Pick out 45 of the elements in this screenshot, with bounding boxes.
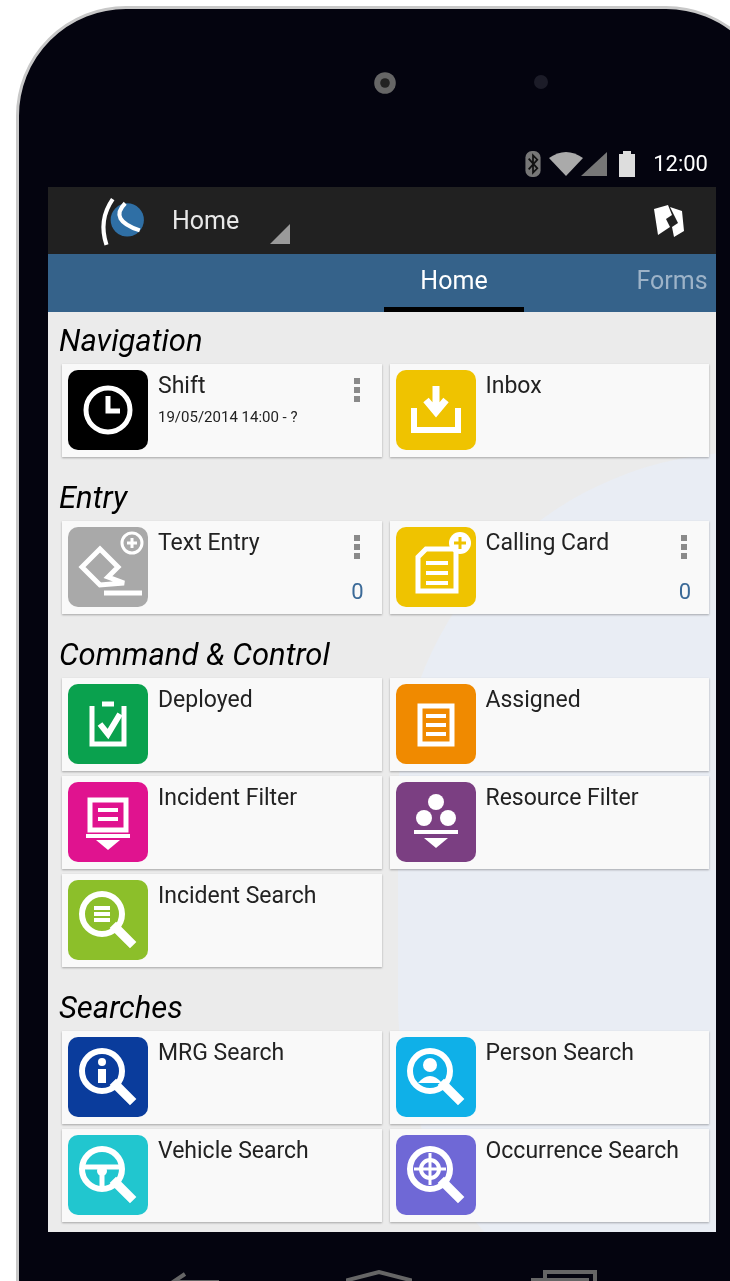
tile-card[interactable]: Inbox [389, 364, 709, 457]
sensor-icon [534, 75, 548, 89]
overflow-menu-icon[interactable] [353, 378, 360, 402]
tile-card[interactable]: Vehicle Search [62, 1129, 382, 1222]
overflow-menu-icon[interactable] [681, 535, 687, 559]
overflow-menu-icon[interactable] [353, 535, 360, 559]
tile-title: Calling Card [485, 529, 610, 557]
camera-icon [373, 71, 397, 95]
tile-subtitle: 19/05/2014 14:00 - ? [158, 407, 298, 428]
battery-icon [619, 150, 636, 177]
tile-count: 0 [351, 578, 364, 606]
tile-title: Incident Search [158, 882, 317, 910]
tile-title: Incident Filter [158, 784, 298, 812]
tile-card[interactable]: Person Search [389, 1031, 709, 1124]
dropdown-triangle-icon[interactable] [270, 224, 290, 244]
tile-card[interactable]: Occurrence Search [389, 1129, 709, 1222]
tile-title: Assigned [485, 686, 581, 714]
tile-title: Text Entry [158, 529, 260, 557]
status-time: 12:00 [653, 150, 708, 178]
tile-title: Vehicle Search [158, 1137, 309, 1165]
section-title: Navigation [58, 321, 203, 361]
section-title: Entry [58, 478, 128, 518]
wifi-icon [549, 151, 584, 176]
tile-title: Shift [158, 372, 207, 400]
tile-card[interactable]: Calling Card 0 [389, 521, 709, 614]
signal-icon [581, 151, 608, 176]
tile-title: Deployed [158, 686, 253, 714]
tile-title: Inbox [485, 372, 542, 400]
tile-card[interactable]: Incident Search [62, 874, 382, 967]
tile-title: Occurrence Search [485, 1137, 679, 1165]
tile-card[interactable]: Shift 19/05/2014 14:00 - ? [62, 364, 382, 457]
bluetooth-icon [525, 150, 542, 177]
section-title: Command & Control [58, 635, 330, 675]
tile-card[interactable]: Deployed [62, 678, 382, 771]
tile-card[interactable]: Incident Filter [62, 776, 382, 869]
app-bar-title[interactable]: Home [172, 201, 240, 240]
tile-title: MRG Search [158, 1039, 285, 1067]
tile-title: Resource Filter [485, 784, 639, 812]
tile-card[interactable]: Resource Filter [389, 776, 709, 869]
section-title: Searches [58, 988, 183, 1028]
tile-card[interactable]: MRG Search [62, 1031, 382, 1124]
tile-card[interactable]: Assigned [389, 678, 709, 771]
tile-count: 0 [678, 578, 691, 606]
tile-title: Person Search [485, 1039, 634, 1067]
tile-card[interactable]: Text Entry 0 [62, 521, 382, 614]
